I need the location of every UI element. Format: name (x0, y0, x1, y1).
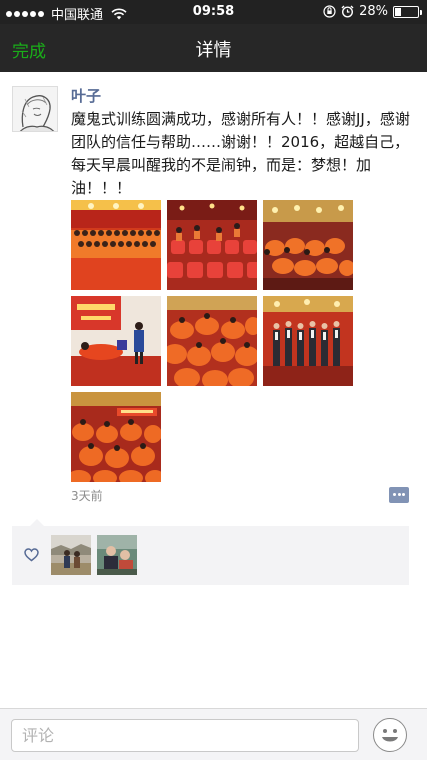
post-photo-5[interactable] (167, 296, 257, 386)
post-detail: 叶子 魔鬼式训练圆满成功，感谢所有人！！感谢JJ，感谢团队的信任与帮助……谢谢！… (0, 72, 427, 708)
post-time: 3天前 (71, 489, 103, 503)
status-right: 28% (323, 4, 422, 19)
comment-bar (0, 708, 427, 760)
battery-icon (393, 5, 422, 18)
page-title: 详情 (195, 40, 232, 61)
post-photo-4[interactable] (71, 296, 161, 386)
likes-panel (12, 519, 409, 585)
battery-percent: 28% (359, 4, 388, 19)
status-bar: 中国联通 09:58 28% (0, 0, 427, 24)
avatar-sketch-icon (13, 87, 57, 131)
rotation-lock-icon (323, 5, 336, 18)
author-avatar[interactable] (12, 86, 58, 132)
post-photo-2[interactable] (167, 200, 257, 290)
post-photo-7[interactable] (71, 392, 161, 482)
heart-icon (24, 548, 39, 562)
author-name[interactable]: 叶子 (71, 85, 101, 106)
emoji-smile-icon[interactable] (373, 718, 407, 752)
liker-avatar-1[interactable] (51, 535, 91, 575)
comment-input[interactable] (11, 719, 359, 752)
battery-level (395, 7, 401, 16)
nav-bar: 完成 详情 (0, 24, 427, 72)
alarm-icon (341, 5, 354, 18)
photo-grid (71, 200, 355, 482)
liker-avatar-2[interactable] (97, 535, 137, 575)
post-text: 魔鬼式训练圆满成功，感谢所有人！！感谢JJ，感谢团队的信任与帮助……谢谢！！20… (71, 110, 410, 197)
post-photo-3[interactable] (263, 200, 353, 290)
comment-bubble-icon[interactable] (389, 487, 409, 503)
post-photo-6[interactable] (263, 296, 353, 386)
post-photo-1[interactable] (71, 200, 161, 290)
